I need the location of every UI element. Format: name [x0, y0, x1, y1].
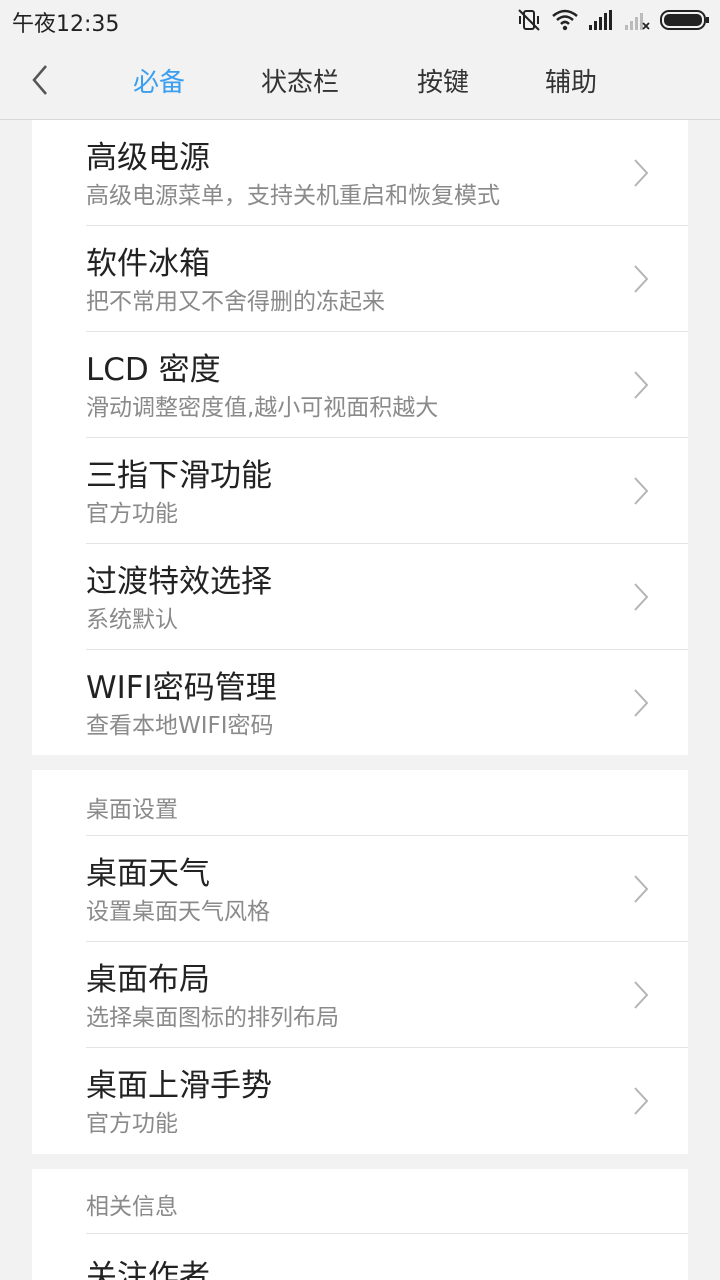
item-subtitle: 查看本地WIFI密码	[86, 713, 274, 739]
section-header: 桌面设置	[86, 797, 178, 823]
wifi-icon	[552, 9, 578, 31]
settings-card-info: 相关信息 关注作者	[32, 1169, 688, 1280]
signal-no-service-icon	[625, 13, 650, 30]
item-title: 高级电源	[86, 140, 210, 176]
chevron-right-icon	[634, 981, 649, 1009]
item-title: 关注作者	[86, 1259, 210, 1280]
tab-status-bar[interactable]: 状态栏	[261, 62, 339, 99]
list-item-lcd-density[interactable]: LCD 密度 滑动调整密度值,越小可视面积越大	[32, 332, 688, 438]
item-subtitle: 设置桌面天气风格	[86, 899, 270, 925]
status-time: 午夜12:35	[12, 12, 120, 37]
settings-card-essentials: 高级电源 高级电源菜单，支持关机重启和恢复模式 软件冰箱 把不常用又不舍得删的冻…	[32, 120, 688, 755]
item-title: 三指下滑功能	[86, 458, 272, 494]
status-bar: 午夜12:35	[0, 0, 720, 40]
item-subtitle: 官方功能	[86, 1111, 178, 1137]
list-item-transition-effect[interactable]: 过渡特效选择 系统默认	[32, 544, 688, 650]
section-header: 相关信息	[86, 1194, 178, 1220]
chevron-right-icon	[634, 583, 649, 611]
chevron-right-icon	[634, 477, 649, 505]
item-subtitle: 滑动调整密度值,越小可视面积越大	[86, 395, 439, 421]
tab-assist[interactable]: 辅助	[545, 62, 597, 99]
mute-vibrate-icon	[518, 9, 540, 31]
list-item-desktop-swipe-up[interactable]: 桌面上滑手势 官方功能	[32, 1048, 688, 1154]
top-nav: 必备 状态栏 按键 辅助	[0, 40, 720, 120]
chevron-right-icon	[634, 689, 649, 717]
chevron-right-icon	[634, 1087, 649, 1115]
list-item-wifi-password[interactable]: WIFI密码管理 查看本地WIFI密码	[32, 650, 688, 756]
settings-card-desktop: 桌面设置 桌面天气 设置桌面天气风格 桌面布局 选择桌面图标的排列布局 桌面上滑…	[32, 770, 688, 1154]
divider	[86, 1233, 688, 1234]
list-item-app-freezer[interactable]: 软件冰箱 把不常用又不舍得删的冻起来	[32, 226, 688, 332]
chevron-left-icon	[32, 65, 47, 95]
back-button[interactable]	[24, 58, 60, 102]
status-icons	[516, 6, 710, 34]
item-subtitle: 系统默认	[86, 607, 178, 633]
item-subtitle: 官方功能	[86, 501, 178, 527]
chevron-right-icon	[634, 159, 649, 187]
item-subtitle: 高级电源菜单，支持关机重启和恢复模式	[86, 183, 500, 209]
item-title: 过渡特效选择	[86, 564, 272, 600]
tab-essentials[interactable]: 必备	[133, 62, 185, 99]
list-item-desktop-weather[interactable]: 桌面天气 设置桌面天气风格	[32, 836, 688, 942]
item-title: 桌面上滑手势	[86, 1068, 272, 1104]
list-item-desktop-layout[interactable]: 桌面布局 选择桌面图标的排列布局	[32, 942, 688, 1048]
item-title: LCD 密度	[86, 352, 221, 388]
chevron-right-icon	[634, 265, 649, 293]
item-title: 软件冰箱	[86, 246, 210, 282]
item-title: WIFI密码管理	[86, 670, 277, 706]
chevron-right-icon	[634, 371, 649, 399]
list-item-advanced-power[interactable]: 高级电源 高级电源菜单，支持关机重启和恢复模式	[32, 120, 688, 226]
item-title: 桌面天气	[86, 856, 210, 892]
item-subtitle: 选择桌面图标的排列布局	[86, 1005, 339, 1031]
tab-buttons[interactable]: 按键	[417, 62, 469, 99]
chevron-right-icon	[634, 875, 649, 903]
signal-icon	[589, 10, 612, 30]
item-title: 桌面布局	[86, 962, 210, 998]
list-item-follow-author[interactable]: 关注作者	[32, 1235, 688, 1280]
list-item-three-finger-swipe[interactable]: 三指下滑功能 官方功能	[32, 438, 688, 544]
item-subtitle: 把不常用又不舍得删的冻起来	[86, 289, 385, 315]
battery-icon	[660, 10, 709, 30]
